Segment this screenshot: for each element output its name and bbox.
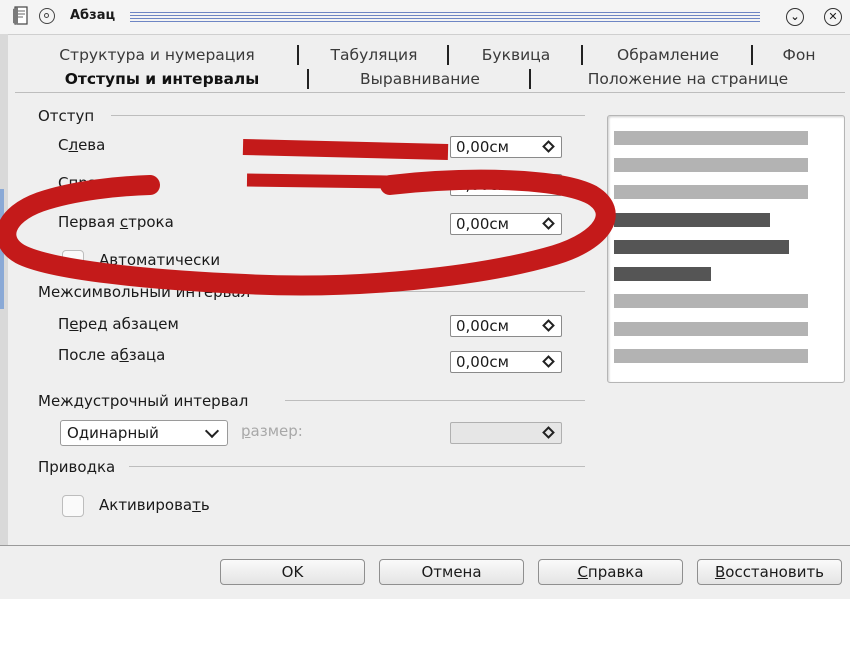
red-annotation — [0, 139, 616, 296]
annotation-stroke-2 — [246, 173, 388, 189]
annotation-stroke-1 — [242, 139, 449, 160]
annotation-ellipse — [0, 169, 616, 296]
